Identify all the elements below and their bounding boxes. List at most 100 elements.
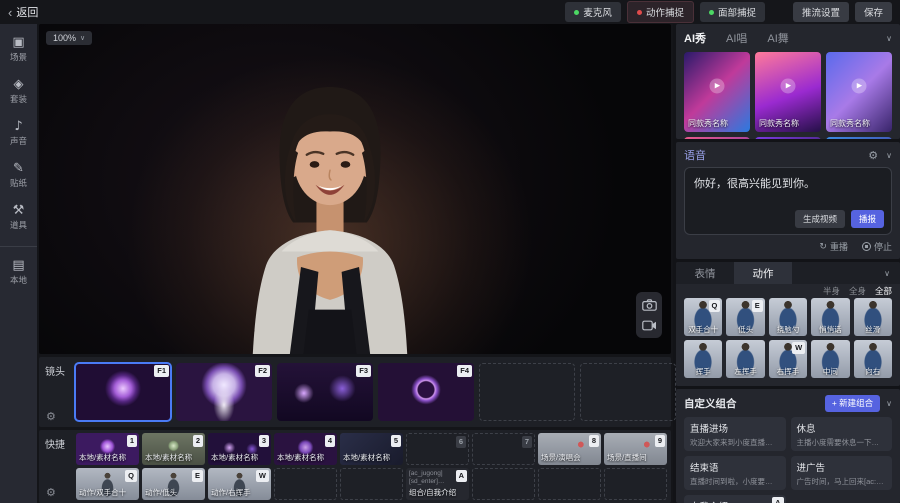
shortcut-slot[interactable]: 2 本地/素材名称 [142,433,205,465]
shortcut-slot[interactable]: 8 场景/演唱会 [538,433,601,465]
action-item[interactable]: 左挥手 [726,340,764,378]
filter-all[interactable]: 全部 [875,285,892,297]
camera-shot-3[interactable]: F3 [277,363,373,421]
shortcut-slot[interactable]: W 动作/右挥手 [208,468,271,500]
tab-ai-show[interactable]: AI秀 [684,30,706,46]
action-item[interactable]: W 右挥手 [769,340,807,378]
motion-capture-toggle[interactable]: 动作捕捉 [627,1,694,23]
ai-show-card[interactable] [826,137,892,139]
action-item[interactable]: 丝滑 [854,298,892,336]
action-item[interactable]: 向右 [854,340,892,378]
camera-shot-4[interactable]: F4 [378,363,474,421]
shortcut-slot[interactable]: A [ac_jugong][sd_enter]… 组合/自我介绍 [406,468,469,500]
motion-capture-status-dot-icon [637,10,642,15]
filter-half-body[interactable]: 半身 [823,285,840,297]
voice-title: 语音 [684,147,706,163]
action-label: 双手合十 [684,324,722,335]
shortcut-slot-empty[interactable]: 7 [472,433,535,465]
shortcut-slot[interactable]: 1 本地/素材名称 [76,433,139,465]
ai-show-card[interactable] [684,137,750,139]
camera-shot-2[interactable]: F2 [176,363,272,421]
hotkey-badge: 1 [127,435,137,447]
collapse-chevron-icon[interactable]: ∨ [884,269,890,278]
tab-ai-sing[interactable]: AI唱 [726,30,747,46]
camera-settings-gear-icon[interactable]: ⚙ [46,410,56,423]
microphone-toggle[interactable]: 麦克风 [565,2,621,22]
combo-card[interactable]: 进广告 广告时间，马上回来[ac:huizhou] [791,456,893,490]
filter-full-body[interactable]: 全身 [849,285,866,297]
action-item[interactable]: Q 双手合十 [684,298,722,336]
shortcut-slot-empty[interactable]: 6 [406,433,469,465]
tab-ai-dance[interactable]: AI舞 [767,30,788,46]
ai-show-panel: AI秀 AI唱 AI舞 ∨ ▶ 同款秀名称 ▶ 同款秀名称 ▶ [676,24,900,139]
shortcut-slot[interactable]: 4 本地/素材名称 [274,433,337,465]
preview-viewport: 100% ∨ [39,24,671,354]
shortcut-slot[interactable]: 5 本地/素材名称 [340,433,403,465]
sidebar-item-scene[interactable]: ▣ 场景 [0,28,37,70]
action-item[interactable]: 悄悄话 [811,298,849,336]
ai-show-card[interactable] [755,137,821,139]
action-item[interactable]: E 低头 [726,298,764,336]
stream-settings-button[interactable]: 推流设置 [793,2,849,22]
tab-expression[interactable]: 表情 [676,262,734,284]
shortcut-slot-empty[interactable] [604,468,667,500]
ai-show-card[interactable]: ▶ 同款秀名称 [684,52,750,132]
combo-card[interactable]: 直播进场 欢迎大家来到小度直播间[ac]… [684,417,786,451]
back-button[interactable]: ‹ 返回 [8,4,38,20]
voice-settings-gear-icon[interactable]: ⚙ [868,149,878,162]
mic-status-dot-icon [574,10,579,15]
stop-button[interactable]: 停止 [862,240,892,253]
zoom-level-value: 100% [53,33,76,43]
action-item[interactable]: 挠脑勺 [769,298,807,336]
hotkey-badge: 2 [193,435,203,447]
shortcuts-title: 快捷 [45,436,65,451]
generate-video-button[interactable]: 生成视频 [795,210,845,228]
zoom-level-dropdown[interactable]: 100% ∨ [46,31,92,45]
shortcut-slot-empty[interactable] [340,468,403,500]
collapse-chevron-icon[interactable]: ∨ [886,34,892,43]
combo-card[interactable]: A 自我介绍 [ac_jugong][sd_enter]大家好… [684,495,786,503]
broadcast-button[interactable]: 播报 [851,210,884,228]
ai-show-card[interactable]: ▶ 同款秀名称 [755,52,821,132]
shortcut-slot-empty[interactable] [274,468,337,500]
shortcut-slot-empty[interactable] [538,468,601,500]
screenshot-camera-button[interactable] [641,298,657,311]
shortcut-slot[interactable]: E 动作/低头 [142,468,205,500]
sidebar-item-outfit[interactable]: ◈ 套装 [0,70,37,112]
shortcut-slot[interactable]: 9 场景/直播间 [604,433,667,465]
save-button[interactable]: 保存 [855,2,892,22]
combo-card[interactable]: 休息 主播小度需要休息一下，请稍等… [791,417,893,451]
record-video-button[interactable] [641,319,657,332]
action-item[interactable]: 中间 [811,340,849,378]
voice-footer: ↻ 重播 停止 [684,240,892,253]
hotkey-badge: E [752,300,763,312]
combo-card[interactable]: 结束语 直播时间到啦，小度要跟大家说… [684,456,786,490]
voice-text-input[interactable]: 你好，很高兴能见到你。 生成视频 播报 [684,167,892,235]
ai-show-card[interactable]: ▶ 同款秀名称 [826,52,892,132]
action-item[interactable]: 挥手 [684,340,722,378]
collapse-chevron-icon[interactable]: ∨ [886,399,892,408]
shortcut-slot[interactable]: Q 动作/双手合十 [76,468,139,500]
combo-grid: 直播进场 欢迎大家来到小度直播间[ac]… 休息 主播小度需要休息一下，请稍等…… [684,417,892,503]
camera-shot-1[interactable]: F1 [75,363,171,421]
replay-label: 重播 [830,240,848,253]
collapse-chevron-icon[interactable]: ∨ [886,151,892,160]
ai-show-caption: 同款秀名称 [688,118,728,129]
shortcuts-settings-gear-icon[interactable]: ⚙ [46,486,56,499]
sidebar-item-sticker[interactable]: ✎ 贴纸 [0,154,37,196]
outfit-label: 套装 [10,93,27,105]
camera-shot-empty[interactable] [580,363,676,421]
shortcut-slot-empty[interactable] [472,468,535,500]
camera-shot-empty[interactable] [479,363,575,421]
shortcut-label: 本地/素材名称 [211,452,269,463]
sidebar-item-local[interactable]: ▤ 本地 [0,246,37,292]
tab-action[interactable]: 动作 [734,262,792,284]
sidebar-item-voice[interactable]: ♪ 声音 [0,112,37,154]
replay-button[interactable]: ↻ 重播 [819,240,848,253]
new-combo-button[interactable]: + 新建组合 [825,395,880,412]
play-icon: ▶ [781,78,796,93]
replay-icon: ↻ [819,241,827,252]
shortcut-slot[interactable]: 3 本地/素材名称 [208,433,271,465]
face-capture-toggle[interactable]: 面部捕捉 [700,2,765,22]
sidebar-item-prop[interactable]: ⚒ 道具 [0,196,37,238]
